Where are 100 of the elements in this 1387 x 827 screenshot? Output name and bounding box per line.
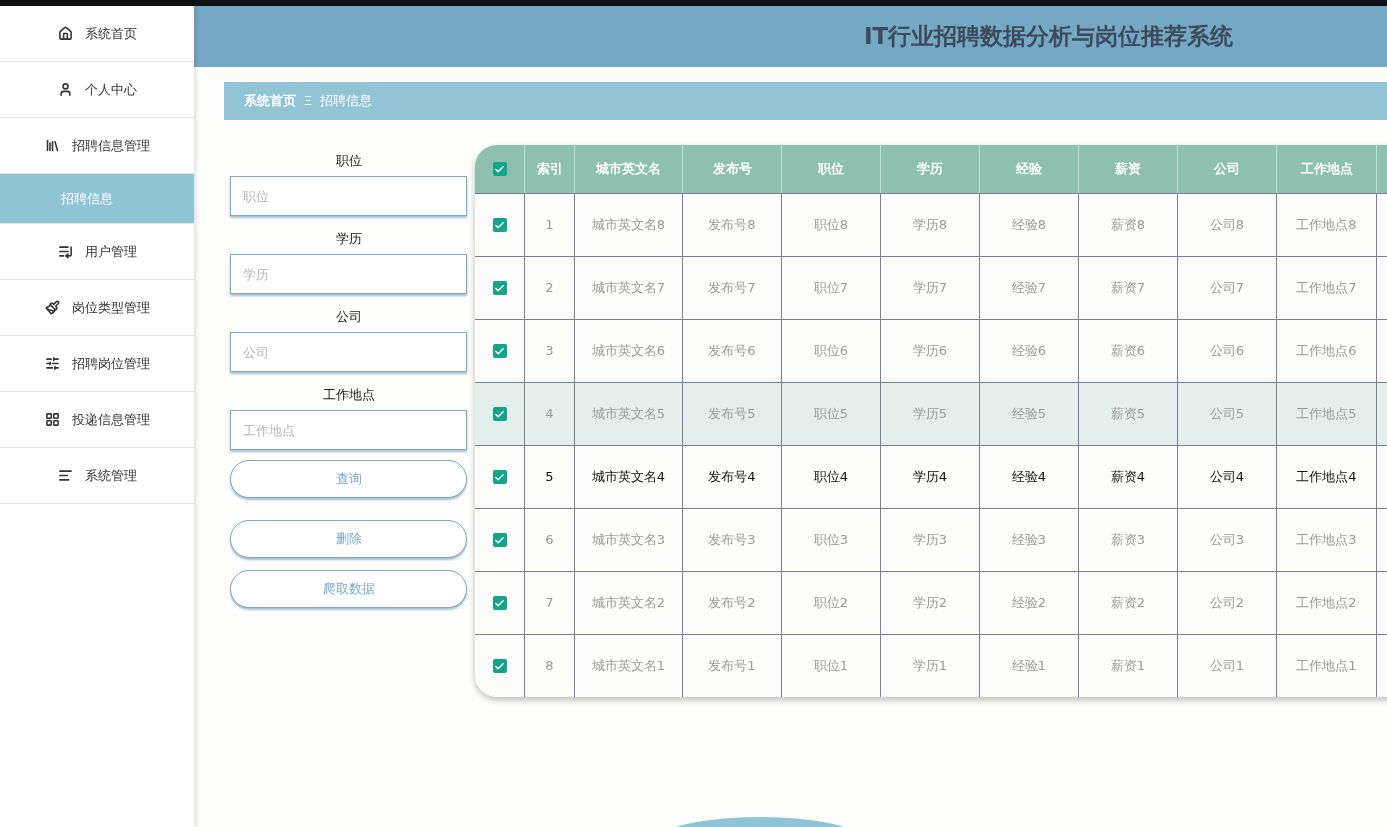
- sidebar-item[interactable]: 岗位类型管理: [0, 280, 194, 336]
- table-cell-text: 城市英文名5: [591, 405, 666, 424]
- table-cell-text: 经验2: [1011, 594, 1047, 613]
- sidebar-item[interactable]: 招聘信息: [0, 174, 194, 224]
- input-field[interactable]: 学历: [230, 254, 467, 294]
- table-cell-text: 2: [545, 279, 554, 298]
- table-cell-text: 城市英文名4: [591, 468, 666, 487]
- table-row[interactable]: 8 城市英文名1 发布号1 职位1 学历1 经验1 薪资1 公司1 工作地点1: [475, 634, 1387, 697]
- action-button[interactable]: 爬取数据: [230, 570, 467, 608]
- breadcrumb-link[interactable]: 系统首页: [244, 91, 296, 111]
- table-cell-text: 公司6: [1209, 342, 1245, 361]
- breadcrumb-link[interactable]: 招聘信息: [320, 91, 373, 111]
- table-cell-text: 薪资8: [1110, 216, 1146, 235]
- table-cell-text: 职位4: [813, 468, 849, 487]
- table-cell-text: 发布号4: [708, 468, 756, 487]
- input-field[interactable]: 公司: [230, 332, 467, 372]
- table-cell-text: 学历7: [912, 279, 948, 298]
- action-button[interactable]: 查询: [230, 460, 467, 498]
- sidebar-item[interactable]: 投递信息管理: [0, 392, 194, 448]
- checkbox[interactable]: [492, 470, 507, 484]
- table-cell-text: 工作地点3: [1296, 531, 1357, 550]
- field-label: 公司: [335, 308, 362, 326]
- header-title: IT行业招聘数据分析与岗位推荐系统: [864, 22, 1234, 52]
- table-cell-text: 学历8: [912, 216, 948, 235]
- table-cell-text: 工作地点2: [1296, 594, 1357, 613]
- table-cell-text: 工作地点1: [1296, 657, 1357, 676]
- table-cell-text: 学历5: [912, 405, 948, 424]
- grid-icon: [44, 412, 60, 427]
- table-cell-text: 城市英文名8: [591, 216, 666, 235]
- brush-icon: [44, 300, 60, 315]
- checkbox[interactable]: [492, 659, 507, 673]
- table-cell-text: 薪资6: [1110, 342, 1146, 361]
- table-cell-text: 薪资1: [1110, 657, 1146, 676]
- table-cell-text: 经验8: [1011, 216, 1047, 235]
- table-cell-text: 学历6: [912, 342, 948, 361]
- table-cell-text: 发布号7: [708, 279, 756, 298]
- action-button[interactable]: 删除: [230, 520, 467, 558]
- table-row[interactable]: 4 城市英文名5 发布号5 职位5 学历5 经验5 薪资5 公司5 工作地点5: [475, 382, 1387, 445]
- table-cell-text: 发布号5: [708, 405, 756, 424]
- table-cell-text: 职位6: [813, 342, 849, 361]
- table-cell-text: 8: [545, 657, 554, 676]
- table-cell-text: 经验3: [1011, 531, 1047, 550]
- checkbox[interactable]: [492, 407, 507, 421]
- table-cell-text: 学历2: [912, 594, 948, 613]
- table-cell-text: 薪资5: [1110, 405, 1146, 424]
- table-cell-text: 薪资2: [1110, 594, 1146, 613]
- table-cell-text: 公司3: [1209, 531, 1245, 550]
- checkbox[interactable]: [492, 281, 507, 295]
- table-cell-text: 1: [545, 216, 554, 235]
- sliders-icon: [44, 356, 60, 371]
- table-cell-text: 工作地点5: [1296, 405, 1357, 424]
- input-field[interactable]: 职位: [230, 176, 467, 216]
- table-row[interactable]: 2 城市英文名7 发布号7 职位7 学历7 经验7 薪资7 公司7 工作地点7: [475, 256, 1387, 319]
- table-cell-text: 发布号3: [708, 531, 756, 550]
- table-cell-text: 薪资4: [1110, 468, 1146, 487]
- table-cell-text: 7: [545, 594, 554, 613]
- table-cell-text: 职位8: [813, 216, 849, 235]
- table-cell-text: 6: [545, 531, 554, 550]
- sidebar-item[interactable]: 系统管理: [0, 448, 194, 504]
- table-row[interactable]: 5 城市英文名4 发布号4 职位4 学历4 经验4 薪资4 公司4 工作地点4: [475, 445, 1387, 508]
- table-cell-text: 经验5: [1011, 405, 1047, 424]
- table-cell-text: 薪资7: [1110, 279, 1146, 298]
- table-row[interactable]: 6 城市英文名3 发布号3 职位3 学历3 经验3 薪资3 公司3 工作地点3: [475, 508, 1387, 571]
- table-cell-text: 公司7: [1209, 279, 1245, 298]
- table-cell-text: 城市英文名6: [591, 342, 666, 361]
- table-cell-text: 工作地点7: [1296, 279, 1357, 298]
- sidebar-item[interactable]: 用户管理: [0, 224, 194, 280]
- table-cell-text: 职位1: [813, 657, 849, 676]
- field-label: 工作地点: [322, 386, 375, 404]
- table-cell-text: 4: [545, 405, 554, 424]
- input-field[interactable]: 工作地点: [230, 410, 467, 450]
- books-icon: [44, 138, 60, 153]
- table-cell-text: 公司1: [1209, 657, 1245, 676]
- sidebar-item[interactable]: 个人中心: [0, 62, 194, 118]
- table-cell-text: 城市英文名1: [591, 657, 666, 676]
- table-row[interactable]: 7 城市英文名2 发布号2 职位2 学历2 经验2 薪资2 公司2 工作地点2: [475, 571, 1387, 634]
- home-icon: [57, 26, 73, 41]
- table-cell-text: 工作地点4: [1296, 468, 1357, 487]
- field-label: 学历: [335, 230, 362, 248]
- table-cell-text: 经验6: [1011, 342, 1047, 361]
- table-cell-text: 薪资3: [1110, 531, 1146, 550]
- table-row[interactable]: 1 城市英文名8 发布号8 职位8 学历8 经验8 薪资8 公司8 工作地点8: [475, 193, 1387, 256]
- sidebar-item[interactable]: 招聘岗位管理: [0, 336, 194, 392]
- checkbox[interactable]: [492, 218, 507, 232]
- field-label: 职位: [335, 152, 362, 170]
- table-cell-text: 公司2: [1209, 594, 1245, 613]
- checkbox[interactable]: [492, 533, 507, 547]
- checkbox[interactable]: [492, 162, 507, 176]
- table-cell-text: 发布号6: [708, 342, 756, 361]
- table-cell-text: 职位3: [813, 531, 849, 550]
- table-cell-text: 公司8: [1209, 216, 1245, 235]
- table-cell-text: 发布号1: [708, 657, 756, 676]
- checkbox[interactable]: [492, 344, 507, 358]
- table-cell-text: 职位5: [813, 405, 849, 424]
- table-cell-text: 发布号2: [708, 594, 756, 613]
- list-icon: [57, 244, 73, 259]
- table-row[interactable]: 3 城市英文名6 发布号6 职位6 学历6 经验6 薪资6 公司6 工作地点6: [475, 319, 1387, 382]
- table-cell-text: 城市英文名3: [591, 531, 666, 550]
- checkbox[interactable]: [492, 596, 507, 610]
- table-cell-text: 学历3: [912, 531, 948, 550]
